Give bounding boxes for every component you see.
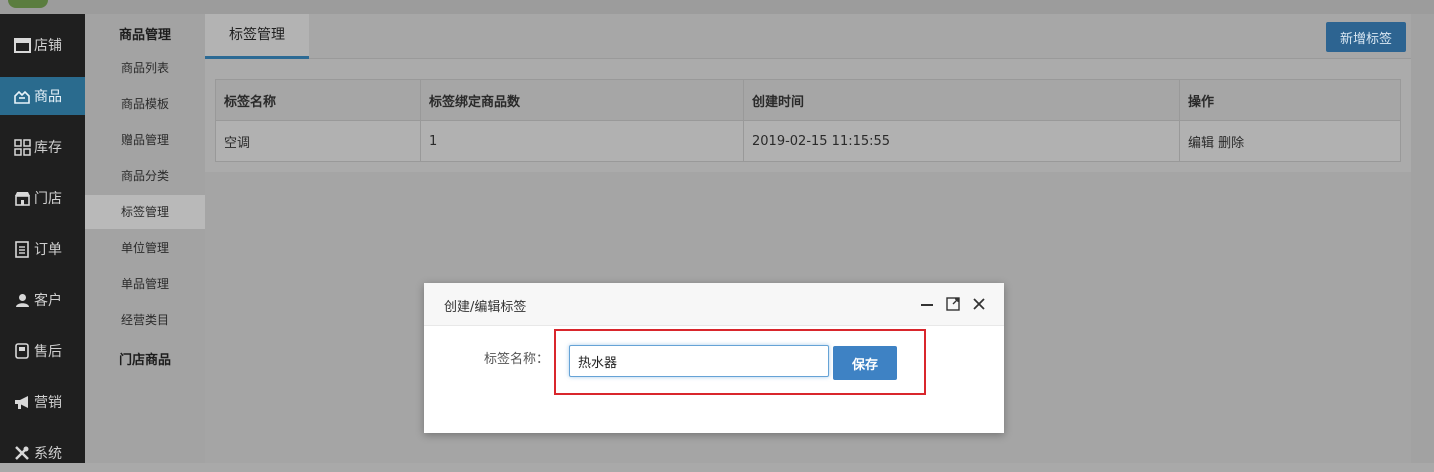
service-icon	[13, 342, 31, 360]
sidebar-item-marketing[interactable]: 营销	[0, 383, 85, 421]
sidebar-item-outlet[interactable]: 门店	[0, 179, 85, 217]
highlight-box	[554, 329, 926, 395]
cell-tag-name: 空调	[215, 120, 421, 162]
sidebar-item-system[interactable]: 系统	[0, 434, 85, 472]
sidebar-item-label: 门店	[34, 191, 62, 207]
grid-icon	[13, 138, 31, 156]
submenu-item-gift-management[interactable]: 赠品管理	[85, 123, 205, 157]
sidebar-item-label: 客户	[34, 293, 62, 309]
tab-tag-management[interactable]: 标签管理	[205, 14, 309, 59]
store-icon	[13, 36, 31, 54]
scroll-gutter	[1411, 14, 1434, 463]
user-icon	[13, 291, 31, 309]
table-row: 空调 1 2019-02-15 11:15:55 编辑 删除	[215, 120, 1401, 162]
top-bar	[0, 0, 1434, 14]
table-header-row: 标签名称 标签绑定商品数 创建时间 操作	[215, 79, 1401, 121]
sidebar-item-label: 售后	[34, 344, 62, 360]
goods-submenu: 商品管理 商品列表 商品模板 赠品管理 商品分类 标签管理 单位管理 单品管理 …	[85, 14, 205, 463]
maximize-icon[interactable]	[944, 295, 962, 313]
column-header-bound-count: 标签绑定商品数	[420, 79, 744, 121]
megaphone-icon	[13, 393, 31, 411]
sidebar-item-label: 营销	[34, 395, 62, 411]
sidebar-item-label: 系统	[34, 446, 62, 462]
column-header-created-time: 创建时间	[743, 79, 1180, 121]
sidebar-item-orders[interactable]: 订单	[0, 230, 85, 268]
minimize-icon[interactable]	[918, 295, 936, 313]
submenu-item-business-category[interactable]: 经营类目	[85, 303, 205, 337]
submenu-item-goods-list[interactable]: 商品列表	[85, 51, 205, 85]
main-sidebar: 店铺 商品 库存 门店 订单 客户 售后 营销 系统	[0, 14, 85, 463]
tag-name-label: 标签名称：	[484, 352, 550, 367]
submenu-header: 商品管理	[118, 28, 171, 43]
logo	[8, 0, 48, 8]
submenu-item-tag-management[interactable]: 标签管理	[85, 195, 205, 229]
shop-icon	[13, 189, 31, 207]
sidebar-item-label: 店铺	[34, 38, 62, 54]
sidebar-item-customers[interactable]: 客户	[0, 281, 85, 319]
cell-bound-count: 1	[420, 120, 744, 162]
tab-bar: 标签管理 新增标签	[205, 14, 1411, 59]
dialog-title: 创建/编辑标签	[444, 300, 527, 315]
sidebar-item-store[interactable]: 店铺	[0, 26, 85, 64]
submenu-item-sku-management[interactable]: 单品管理	[85, 267, 205, 301]
table-panel: 标签名称 标签绑定商品数 创建时间 操作 空调 1 2019-02-15 11:…	[205, 59, 1411, 172]
add-tag-button[interactable]: 新增标签	[1326, 22, 1406, 52]
submenu-item-goods-category[interactable]: 商品分类	[85, 159, 205, 193]
edit-link[interactable]: 编辑	[1188, 136, 1214, 151]
delete-link[interactable]: 删除	[1218, 136, 1244, 151]
submenu-item-goods-template[interactable]: 商品模板	[85, 87, 205, 121]
tools-icon	[13, 444, 31, 462]
submenu-item-unit-management[interactable]: 单位管理	[85, 231, 205, 265]
goods-icon	[13, 87, 31, 105]
sidebar-item-label: 库存	[34, 140, 62, 156]
column-header-tag-name: 标签名称	[215, 79, 421, 121]
sidebar-item-aftersales[interactable]: 售后	[0, 332, 85, 370]
close-icon[interactable]	[970, 295, 988, 313]
cell-actions: 编辑 删除	[1179, 120, 1401, 162]
dialog-header: 创建/编辑标签	[424, 283, 1004, 326]
sidebar-item-label: 订单	[34, 242, 62, 258]
submenu-header-store-goods[interactable]: 门店商品	[85, 349, 205, 368]
tag-table: 标签名称 标签绑定商品数 创建时间 操作 空调 1 2019-02-15 11:…	[215, 79, 1401, 162]
sidebar-item-goods[interactable]: 商品	[0, 77, 85, 115]
order-icon	[13, 240, 31, 258]
cell-created-time: 2019-02-15 11:15:55	[743, 120, 1180, 162]
sidebar-item-inventory[interactable]: 库存	[0, 128, 85, 166]
sidebar-item-label: 商品	[34, 89, 62, 105]
column-header-actions: 操作	[1179, 79, 1401, 121]
